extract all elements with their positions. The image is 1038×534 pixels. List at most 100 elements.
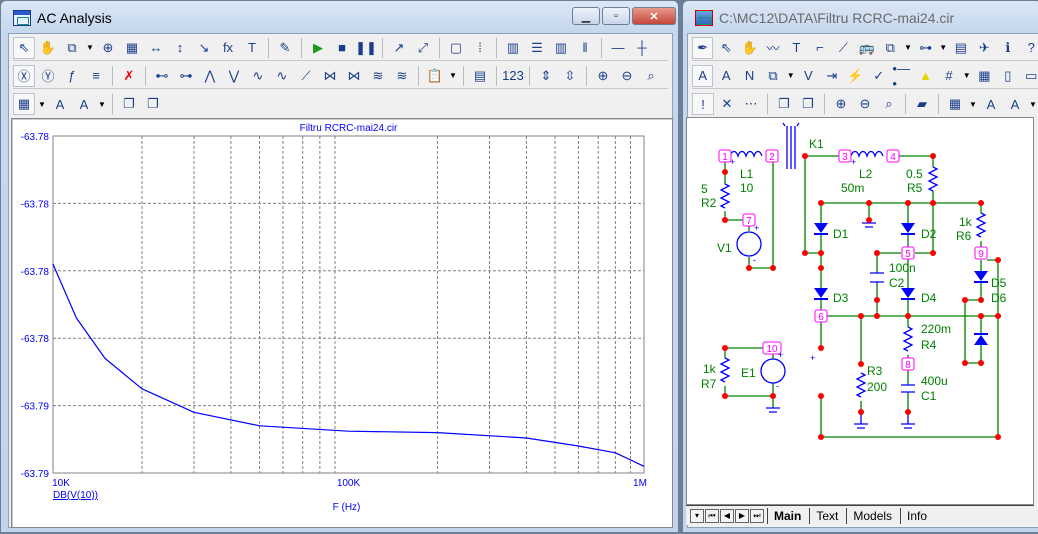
svg-text:400u: 400u (921, 374, 948, 388)
svg-text:E1: E1 (741, 366, 756, 380)
svg-text:+: + (851, 157, 856, 167)
grid-dots-icon[interactable]: # (938, 65, 959, 87)
font-color-icon[interactable]: A (1004, 93, 1026, 115)
svg-text:D1: D1 (833, 227, 849, 241)
x-tick-label: 1M (633, 478, 647, 489)
title-icon[interactable]: ▭ (1021, 65, 1038, 87)
dropdown-icon[interactable]: ▼ (962, 65, 972, 87)
pin-connections-icon[interactable]: •—• (891, 61, 912, 91)
zoom-100-icon[interactable]: ⌕ (878, 93, 900, 115)
svg-text:C1: C1 (921, 389, 937, 403)
resistor-r4 (902, 326, 914, 352)
toolbar-separator (905, 94, 906, 114)
svg-text:8: 8 (905, 360, 911, 371)
tab-info[interactable]: Info (900, 507, 933, 524)
node-5: 5 (901, 246, 915, 260)
cancel-icon[interactable]: ✕ (716, 93, 738, 115)
svg-text:L2: L2 (859, 167, 873, 181)
nav-prev-button[interactable]: ◀ (720, 508, 734, 523)
svg-text:5: 5 (701, 182, 708, 196)
text-icon[interactable]: T (786, 37, 807, 59)
capacitor-c2 (870, 272, 884, 283)
svg-text:6: 6 (818, 312, 824, 323)
voltage-icon[interactable]: V (798, 65, 819, 87)
grid-text-icon[interactable]: A (715, 65, 736, 87)
ac-analysis-chart[interactable]: -63.78-63.78-63.78-63.78-63.79-63.7910K 1… (1, 1, 680, 534)
component-mode-icon[interactable]: ✒ (692, 36, 714, 59)
warning-icon[interactable]: ▲ (915, 65, 936, 87)
diode-d6 (974, 335, 988, 345)
toolbar-separator (938, 94, 939, 114)
probe-icon[interactable]: ✈ (974, 37, 995, 59)
zoom-out-icon[interactable]: ⊖ (854, 93, 876, 115)
x-axis-label: F (Hz) (333, 502, 361, 513)
node-9: 9 (974, 246, 988, 260)
schematic-canvas[interactable]: 1 2 3 4 5 6 7 8 9 10 + + + - + - + K1 L1 10 5R… (686, 117, 1034, 505)
diode-d1 (814, 223, 828, 233)
select-arrow-icon[interactable]: ⇖ (715, 37, 736, 59)
copy-icon[interactable]: ⧉ (762, 65, 783, 87)
more-icon[interactable]: ⋯ (740, 93, 762, 115)
y-tick-label: -63.78 (21, 132, 50, 143)
schematic-title-bar[interactable]: C:\MC12\DATA\Filtru RCRC-mai24.cir (689, 5, 1035, 31)
condition-icon[interactable]: ✓ (868, 65, 889, 87)
scale-icon[interactable]: ⧉ (880, 37, 901, 59)
y-tick-label: -63.78 (21, 334, 50, 345)
pan-hand-icon[interactable]: ✋ (739, 37, 760, 59)
toolbar-separator (767, 94, 768, 114)
dropdown-icon[interactable]: ▼ (786, 65, 796, 87)
dropdown-icon[interactable]: ▼ (903, 37, 913, 59)
front-icon[interactable]: ❐ (773, 93, 795, 115)
bus-icon[interactable]: 🚌 (856, 37, 877, 59)
svg-text:3: 3 (842, 152, 848, 163)
table-icon[interactable]: ▤ (950, 37, 971, 59)
flowchart-icon[interactable]: ⊶ (915, 37, 936, 59)
source-v1 (736, 231, 762, 257)
dropdown-icon[interactable]: ▼ (968, 93, 978, 115)
svg-text:200: 200 (867, 380, 887, 394)
svg-text:D4: D4 (921, 291, 937, 305)
schematic-tab-bar: ▾ ⏮ ◀ ▶ ⏭ Main Text Models Info (686, 505, 1034, 525)
svg-text:R5: R5 (907, 181, 923, 195)
node-numbers-icon[interactable]: N (739, 65, 760, 87)
help-icon[interactable]: ? (1021, 37, 1038, 59)
nav-menu-button[interactable]: ▾ (690, 508, 704, 523)
diode-d5 (974, 271, 988, 281)
back-icon[interactable]: ❐ (797, 93, 819, 115)
svg-text:7: 7 (746, 216, 752, 227)
exclamation-icon[interactable]: ! (692, 93, 714, 115)
schematic-window-title: C:\MC12\DATA\Filtru RCRC-mai24.cir (719, 10, 955, 26)
power-icon[interactable]: ⚡ (845, 65, 866, 87)
svg-text:2: 2 (769, 152, 775, 163)
folder-icon[interactable]: ▰ (911, 93, 933, 115)
wire-mode-icon[interactable]: ⌐ (809, 37, 830, 59)
svg-text:R4: R4 (921, 338, 937, 352)
attribute-text-icon[interactable]: A (692, 64, 714, 87)
svg-text:220m: 220m (921, 322, 951, 336)
svg-text:K1: K1 (809, 137, 824, 151)
nav-first-button[interactable]: ⏮ (705, 508, 719, 523)
schematic-toolbar-row-1: ✒ ⇖ ✋ 〰 T ⌐ ⟋ 🚌 ⧉ ▼ ⊶ ▼ ▤ ✈ ℹ? (692, 35, 1038, 61)
wire-icon[interactable]: 〰 (762, 37, 783, 59)
nav-last-button[interactable]: ⏭ (750, 508, 764, 523)
tile-icon[interactable]: ▦ (944, 93, 966, 115)
node-4: 4 (886, 149, 900, 163)
zoom-in-icon[interactable]: ⊕ (830, 93, 852, 115)
tab-models[interactable]: Models (846, 507, 898, 524)
page-icon[interactable]: ▯ (997, 65, 1018, 87)
dropdown-icon[interactable]: ▼ (938, 37, 948, 59)
nav-next-button[interactable]: ▶ (735, 508, 749, 523)
font-icon[interactable]: A (980, 93, 1002, 115)
border-icon[interactable]: ▦ (974, 65, 995, 87)
y-tick-label: -63.78 (21, 199, 50, 210)
svg-text:+: + (730, 157, 735, 167)
capacitor-c1 (901, 384, 915, 393)
dropdown-icon[interactable]: ▼ (1028, 93, 1038, 115)
series-label: DB(V(10)) (53, 490, 98, 501)
svg-text:0.5: 0.5 (906, 167, 923, 181)
current-icon[interactable]: ⇥ (821, 65, 842, 87)
info-icon[interactable]: ℹ (997, 37, 1018, 59)
diagonal-wire-icon[interactable]: ⟋ (833, 37, 854, 59)
tab-main[interactable]: Main (767, 507, 807, 524)
tab-text[interactable]: Text (809, 507, 844, 524)
